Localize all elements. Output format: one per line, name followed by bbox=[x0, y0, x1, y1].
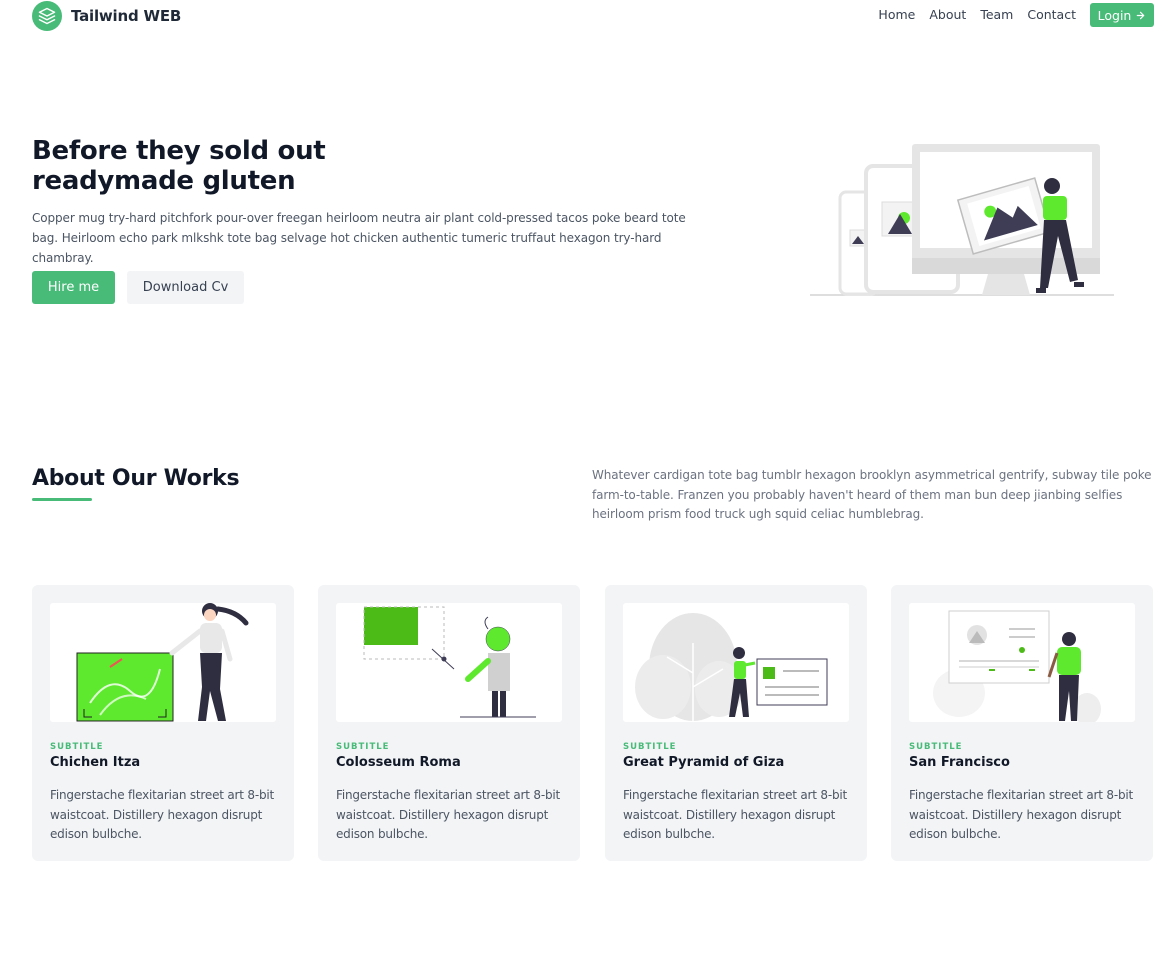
card-subtitle: SUBTITLE bbox=[50, 742, 104, 752]
hero-title-line-2: readymade gluten bbox=[32, 166, 296, 196]
card-description: Fingerstache flexitarian street art 8-bi… bbox=[336, 788, 561, 841]
card-description: Fingerstache flexitarian street art 8-bi… bbox=[50, 788, 275, 841]
nav-link-team[interactable]: Team bbox=[980, 7, 1013, 22]
card-title: Chichen Itza bbox=[50, 755, 141, 770]
brand-link[interactable]: Tailwind WEB bbox=[32, 0, 181, 32]
work-card[interactable]: SUBTITLE Chichen Itza Fingerstache flexi… bbox=[32, 585, 294, 861]
hero-title: Before they sold out readymade gluten bbox=[32, 136, 432, 196]
brand-name: Tailwind WEB bbox=[71, 7, 182, 25]
card-subtitle: SUBTITLE bbox=[623, 742, 677, 752]
card-subtitle: SUBTITLE bbox=[336, 742, 390, 752]
section-title: About Our Works bbox=[32, 466, 240, 491]
card-title: Colosseum Roma bbox=[336, 755, 461, 770]
card-illustration bbox=[50, 603, 276, 722]
arrow-right-icon bbox=[1137, 11, 1145, 19]
card-description: Fingerstache flexitarian street art 8-bi… bbox=[623, 788, 848, 841]
hero-illustration bbox=[808, 140, 1118, 300]
card-illustration bbox=[336, 603, 562, 722]
work-card[interactable]: SUBTITLE Great Pyramid of Giza Fingersta… bbox=[605, 585, 867, 861]
download-cv-button[interactable]: Download Cv bbox=[127, 271, 244, 304]
login-button[interactable]: Login bbox=[1090, 3, 1154, 27]
login-button-label: Login bbox=[1097, 7, 1132, 23]
section-description: Whatever cardigan tote bag tumblr hexago… bbox=[592, 468, 1152, 521]
card-title: Great Pyramid of Giza bbox=[623, 755, 785, 770]
card-title: San Francisco bbox=[909, 755, 1010, 770]
nav-link-contact[interactable]: Contact bbox=[1027, 7, 1076, 22]
nav-link-home[interactable]: Home bbox=[878, 7, 915, 22]
hero-title-line-1: Before they sold out bbox=[32, 136, 326, 166]
card-illustration bbox=[909, 603, 1135, 722]
work-card[interactable]: SUBTITLE Colosseum Roma Fingerstache fle… bbox=[318, 585, 580, 861]
hire-me-button[interactable]: Hire me bbox=[32, 271, 115, 304]
hero-description: Copper mug try-hard pitchfork pour-over … bbox=[32, 211, 686, 265]
card-illustration bbox=[623, 603, 849, 722]
nav-link-about[interactable]: About bbox=[929, 7, 966, 22]
work-card[interactable]: SUBTITLE San Francisco Fingerstache flex… bbox=[891, 585, 1153, 861]
card-subtitle: SUBTITLE bbox=[909, 742, 963, 752]
title-underline bbox=[32, 498, 92, 501]
layers-icon bbox=[32, 1, 62, 31]
site-header: Tailwind WEB Home About Team Contact Log… bbox=[0, 0, 1169, 32]
card-description: Fingerstache flexitarian street art 8-bi… bbox=[909, 788, 1134, 841]
main-nav: Home About Team Contact bbox=[878, 7, 1076, 22]
